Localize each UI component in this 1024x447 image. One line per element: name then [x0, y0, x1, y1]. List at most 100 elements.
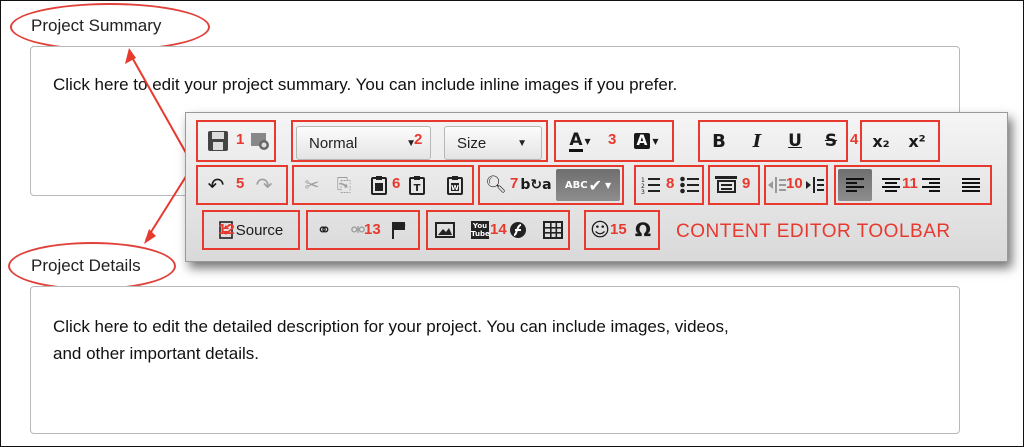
group-number-12: 12 [218, 221, 235, 238]
chevron-down-icon: ▼ [652, 136, 659, 146]
image-button[interactable] [432, 215, 458, 245]
group-number-3: 3 [608, 131, 617, 148]
subscript-button[interactable]: x₂ [866, 127, 896, 155]
find-button[interactable]: 🔍︎ [484, 171, 508, 199]
format-dropdown-value: Normal [309, 134, 358, 152]
background-color-icon: A [633, 133, 651, 149]
paste-word-button[interactable]: W [442, 171, 468, 199]
spellcheck-button[interactable]: ABC ✔ ▼ [556, 169, 620, 201]
flash-button[interactable] [506, 215, 530, 245]
group-number-11: 11 [902, 175, 918, 192]
numbered-list-button[interactable]: 123 [638, 171, 664, 199]
bullet-list-button[interactable] [678, 171, 702, 199]
copy-icon: ⎘ [336, 174, 352, 196]
redo-icon: ↷ [255, 173, 273, 197]
copy-button[interactable]: ⎘ [330, 171, 358, 199]
group-number-2: 2 [414, 131, 423, 148]
omega-icon: Ω [634, 219, 652, 241]
justify-icon [962, 178, 980, 192]
font-color-button[interactable]: A ▼ [561, 126, 599, 156]
cut-button[interactable]: ✂ [298, 171, 326, 199]
strikethrough-button[interactable]: S [818, 127, 844, 155]
chevron-down-icon: ▼ [604, 180, 612, 190]
group-number-15: 15 [610, 221, 627, 238]
size-dropdown[interactable]: Size ▼ [444, 126, 542, 160]
special-character-button[interactable]: Ω [630, 215, 656, 245]
anchor-button[interactable] [386, 215, 412, 245]
spellcheck-icon: ABC [564, 179, 588, 191]
group-number-8: 8 [666, 175, 675, 192]
indent-icon [806, 177, 824, 193]
paste-word-icon: W [447, 176, 463, 195]
group-number-5: 5 [236, 175, 245, 192]
strikethrough-icon: S [824, 131, 838, 151]
indent-button[interactable] [804, 171, 826, 199]
replace-icon: b↻a [520, 177, 552, 193]
flash-icon [510, 222, 526, 238]
svg-text:W: W [451, 184, 459, 192]
chevron-down-icon: ▼ [517, 137, 527, 149]
align-center-icon [882, 178, 900, 192]
superscript-button[interactable]: x² [902, 127, 932, 155]
align-right-button[interactable] [920, 171, 942, 199]
cut-icon: ✂ [304, 174, 320, 196]
image-icon [435, 222, 455, 238]
subscript-icon: x₂ [872, 131, 890, 151]
align-left-button[interactable] [838, 169, 872, 201]
bullet-list-icon [680, 176, 699, 194]
group-number-9: 9 [742, 175, 751, 192]
paste-icon [371, 176, 387, 195]
toolbar-title: CONTENT EDITOR TOOLBAR [676, 221, 951, 242]
underline-icon: U [788, 131, 802, 151]
group-number-10: 10 [786, 175, 803, 192]
background-color-button[interactable]: A ▼ [626, 126, 666, 156]
size-dropdown-value: Size [457, 134, 487, 152]
paste-button[interactable] [366, 171, 392, 199]
source-label: Source [235, 221, 284, 239]
save-icon [208, 131, 228, 151]
blockquote-button[interactable] [712, 171, 740, 199]
smiley-icon: ☺ [590, 219, 610, 241]
group-number-13: 13 [364, 221, 381, 238]
youtube-icon: You Tube [471, 221, 490, 239]
numbered-list-icon: 123 [641, 177, 660, 194]
group-number-1: 1 [236, 131, 245, 148]
smiley-button[interactable]: ☺ [588, 215, 612, 245]
replace-button[interactable]: b↻a [520, 171, 552, 199]
italic-icon: I [752, 130, 762, 152]
group-number-14: 14 [490, 221, 507, 238]
italic-button[interactable]: I [744, 127, 770, 155]
align-center-button[interactable] [880, 171, 902, 199]
undo-button[interactable]: ↶ [202, 171, 230, 199]
blockquote-icon [715, 176, 737, 193]
check-icon: ✔ [588, 175, 602, 195]
paste-text-button[interactable]: T [404, 171, 430, 199]
bold-button[interactable]: B [706, 127, 732, 155]
content-editor-toolbar: 1 Normal ▼ 2 Size ▼ A ▼ 3 A ▼ B I U S 4 x₂… [185, 112, 1008, 262]
group-number-4: 4 [850, 131, 859, 148]
save-button[interactable] [204, 126, 232, 156]
preview-button[interactable] [246, 126, 274, 156]
table-button[interactable] [540, 215, 566, 245]
preview-icon [251, 133, 269, 150]
font-color-icon: A [569, 129, 583, 152]
chevron-down-icon: ▼ [584, 136, 591, 146]
underline-button[interactable]: U [782, 127, 808, 155]
table-icon [543, 221, 563, 239]
group-number-7: 7 [510, 175, 519, 192]
find-icon: 🔍︎ [485, 175, 507, 195]
justify-button[interactable] [958, 171, 984, 199]
paste-text-icon: T [409, 176, 425, 195]
outdent-button[interactable] [766, 171, 788, 199]
align-right-icon [922, 178, 940, 192]
align-left-icon [846, 178, 864, 192]
bold-icon: B [712, 130, 726, 152]
link-icon: ⚭ [316, 219, 332, 241]
format-dropdown[interactable]: Normal ▼ [296, 126, 431, 160]
redo-button[interactable]: ↷ [250, 171, 278, 199]
superscript-icon: x² [908, 131, 926, 151]
link-button[interactable]: ⚭ [310, 215, 338, 245]
svg-text:T: T [414, 183, 421, 194]
anchor-flag-icon [392, 222, 406, 239]
undo-icon: ↶ [207, 173, 225, 197]
